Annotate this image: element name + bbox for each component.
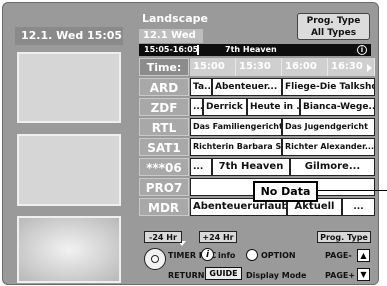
prog-type-label: Prog. Type bbox=[306, 16, 361, 26]
time-row: Time: 15:00 15:30 16:00 16:30 bbox=[139, 58, 375, 76]
programme-cell[interactable]: Das Familiengericht bbox=[190, 118, 282, 136]
time-slot: 15:00 bbox=[190, 58, 236, 76]
no-data-callout: No Data bbox=[253, 181, 318, 202]
preview-thumbnail-1 bbox=[17, 52, 121, 123]
programme-cell[interactable]: ... bbox=[190, 98, 203, 116]
programme-cell[interactable]: ... bbox=[342, 198, 375, 216]
prog-type-value: All Types bbox=[310, 28, 357, 38]
info-label: info bbox=[218, 251, 236, 260]
programme-cell[interactable]: Das Jugendgericht bbox=[282, 118, 375, 136]
separator bbox=[197, 45, 199, 55]
return-label: RETURN bbox=[168, 271, 205, 280]
prog-type-filter[interactable]: Prog. Type All Types bbox=[297, 13, 370, 40]
channel-name[interactable]: SAT1 bbox=[139, 138, 189, 156]
tv-guide-screen: 12.1. Wed 15:05 Landscape 12.1 Wed Prog.… bbox=[2, 2, 387, 285]
channel-row-ard: ARD Ta... Abenteuer... Fliege-Die Talksh… bbox=[139, 78, 375, 96]
channel-row-sat1: SAT1 Richterin Barbara Sa... Richter Ale… bbox=[139, 138, 375, 156]
programme-cell[interactable]: Ta... bbox=[190, 78, 212, 96]
channel-name[interactable]: ZDF bbox=[139, 98, 189, 116]
plus-24hr-button[interactable]: +24 Hr bbox=[199, 231, 237, 243]
programme-cell[interactable]: Heute in ... bbox=[247, 98, 300, 116]
programme-cell[interactable]: ... bbox=[190, 158, 212, 176]
programme-cell[interactable]: Richterin Barbara Sa... bbox=[190, 138, 282, 156]
time-slot: 16:30 bbox=[328, 58, 375, 76]
minus-24hr-button[interactable]: -24 Hr bbox=[144, 231, 182, 243]
channel-name[interactable]: MDR bbox=[139, 198, 189, 216]
guide-date-tab[interactable]: 12.1 Wed bbox=[139, 29, 203, 43]
channel-name[interactable]: PRO7 bbox=[139, 178, 189, 196]
programme-cell[interactable]: Fliege-Die Talkshow bbox=[282, 78, 375, 96]
dpad-center-icon bbox=[151, 255, 159, 263]
programme-title: 7th Heaven bbox=[225, 45, 277, 54]
channel-row-06: ***06 ... 7th Heaven Gilmore... bbox=[139, 158, 375, 176]
programme-cell[interactable]: Bianca-Wege... bbox=[300, 98, 375, 116]
page-up-icon[interactable]: ▲ bbox=[357, 249, 370, 262]
programme-time-range: 15:05-16:05 bbox=[144, 45, 199, 54]
info-icon: i bbox=[357, 45, 367, 55]
channel-row-zdf: ZDF ... Derrick Heute in ... Bianca-Wege… bbox=[139, 98, 375, 116]
page-plus-label: PAGE+ bbox=[325, 271, 356, 280]
dpad-icon bbox=[144, 248, 166, 270]
guide-button[interactable]: GUIDE bbox=[205, 267, 242, 280]
time-slot: 15:30 bbox=[236, 58, 282, 76]
programme-cell[interactable]: Richter Alexander... bbox=[282, 138, 375, 156]
programme-cell[interactable]: Derrick bbox=[203, 98, 247, 116]
channel-name[interactable]: ***06 bbox=[139, 158, 189, 176]
scroll-right-icon[interactable] bbox=[367, 64, 372, 72]
option-label: OPTION bbox=[261, 251, 296, 260]
option-button-icon[interactable] bbox=[246, 249, 258, 261]
channel-name[interactable]: RTL bbox=[139, 118, 189, 136]
callout-pointer-line bbox=[318, 190, 387, 191]
page-down-icon[interactable]: ▼ bbox=[357, 268, 370, 281]
channel-row-rtl: RTL Das Familiengericht Das Jugendgerich… bbox=[139, 118, 375, 136]
channel-name[interactable]: ARD bbox=[139, 78, 189, 96]
programme-cell-selected[interactable]: 7th Heaven bbox=[212, 158, 290, 176]
selected-programme-info: 15:05-16:05 7th Heaven i bbox=[139, 44, 371, 56]
preview-thumbnail-2 bbox=[17, 134, 121, 206]
current-date-time: 12.1. Wed 15:05 bbox=[15, 27, 123, 45]
page-minus-label: PAGE- bbox=[325, 251, 352, 260]
programme-cell[interactable]: Abenteuer... bbox=[212, 78, 282, 96]
programme-cell[interactable]: Gilmore... bbox=[290, 158, 375, 176]
display-mode-label: Display Mode bbox=[246, 271, 307, 280]
info-icon[interactable]: i bbox=[201, 248, 214, 261]
time-slot-label: 16:30 bbox=[331, 61, 363, 72]
view-mode-title: Landscape bbox=[142, 12, 208, 25]
prog-type-button[interactable]: Prog. Type bbox=[317, 231, 371, 243]
time-slot: 16:00 bbox=[282, 58, 328, 76]
time-label: Time: bbox=[139, 58, 189, 76]
live-preview-window bbox=[17, 216, 121, 283]
